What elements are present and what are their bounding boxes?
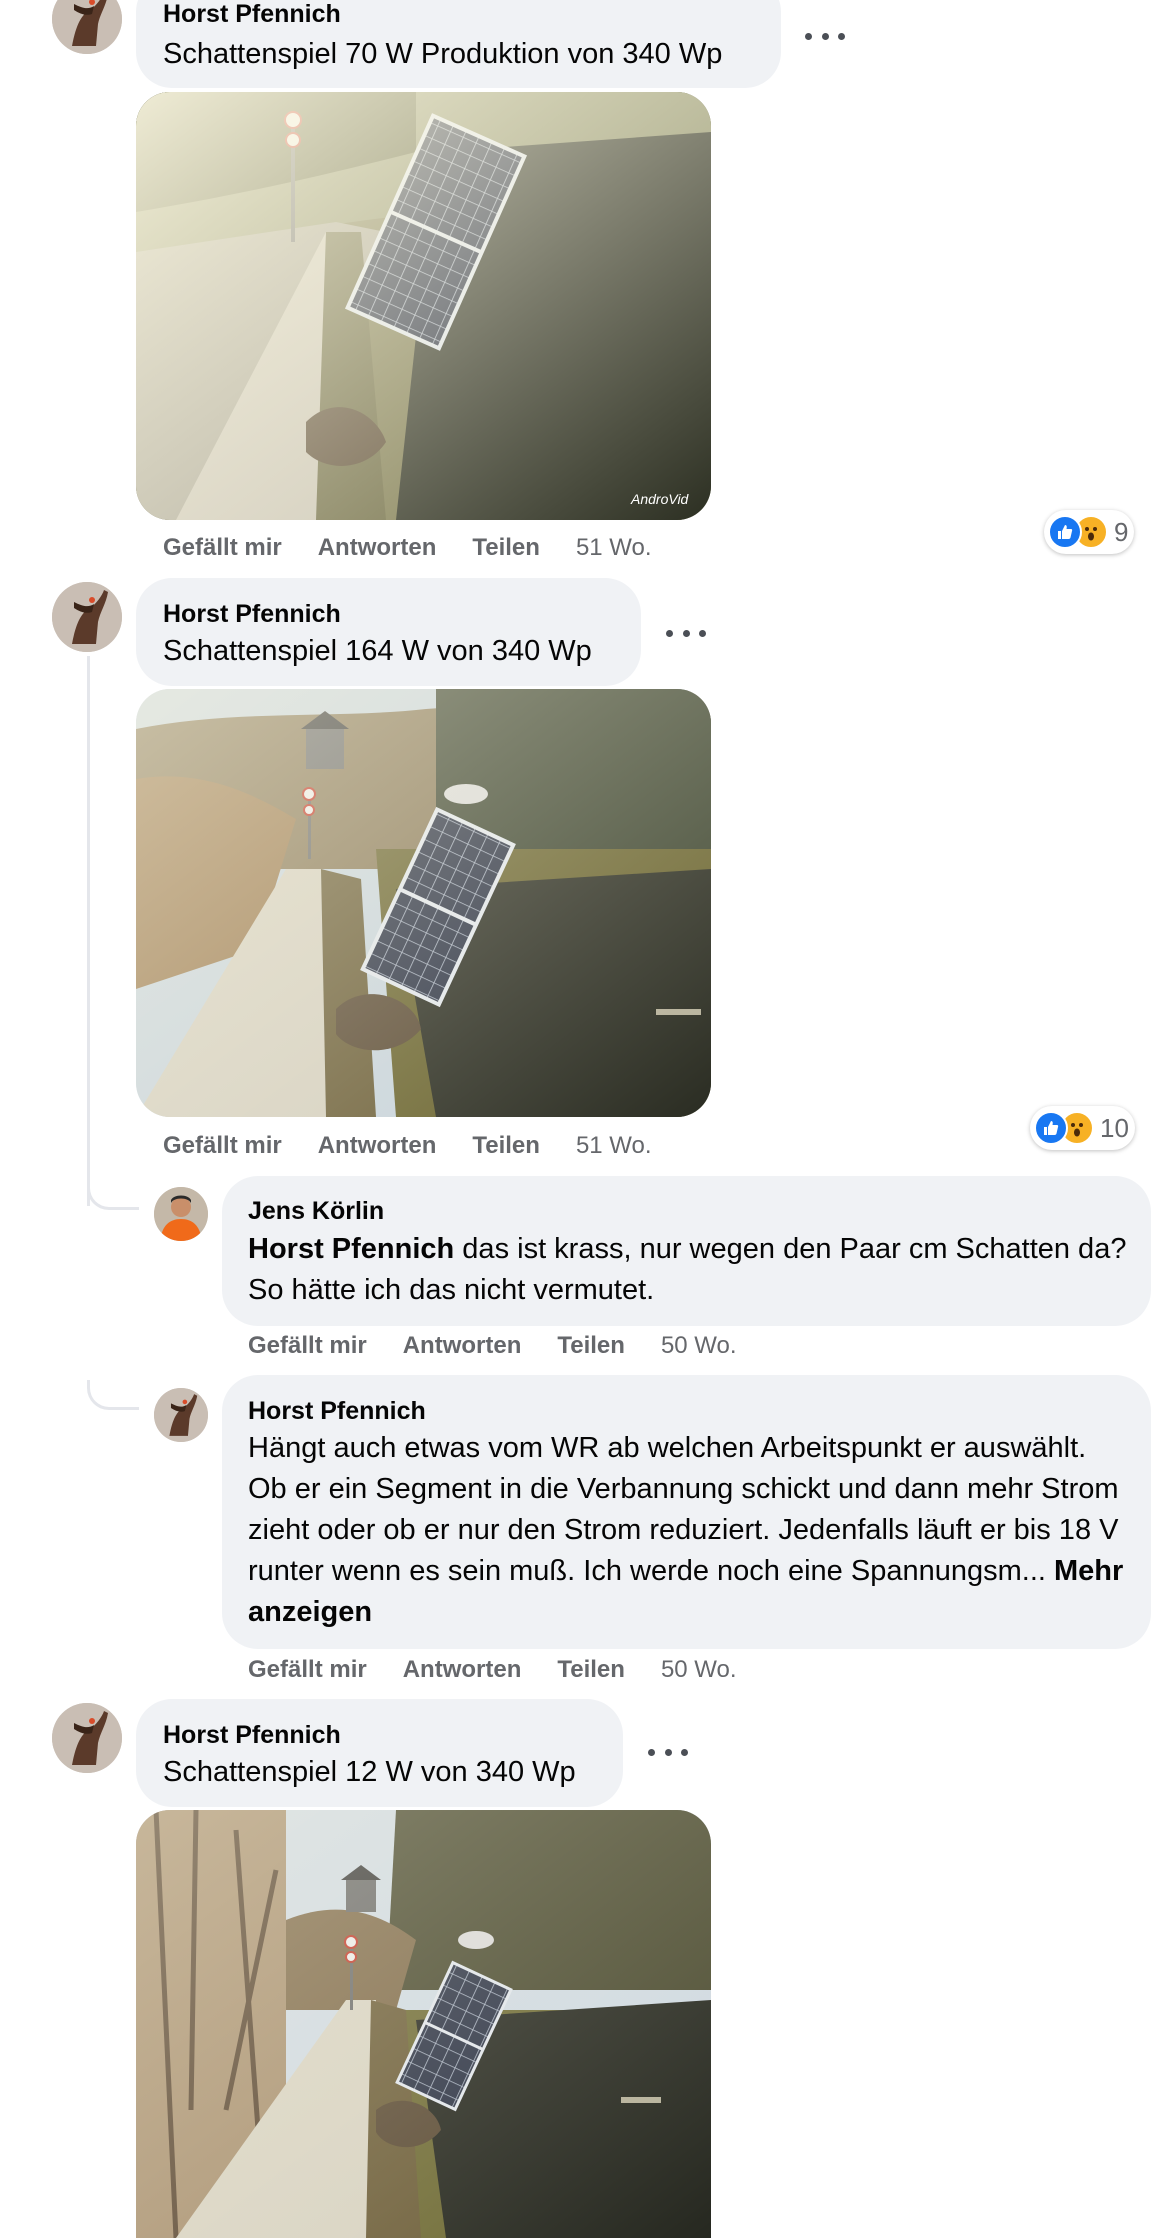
comment-timestamp[interactable]: 51 Wo. [576,533,652,563]
avatar[interactable] [52,582,122,652]
reply-author[interactable]: Horst Pfennich [248,1396,426,1426]
more-options-icon[interactable] [805,29,845,43]
reply-actions: Gefällt mir Antworten Teilen 50 Wo. [248,1331,737,1361]
avatar[interactable] [154,1187,208,1241]
like-button[interactable]: Gefällt mir [163,533,282,563]
comment-timestamp[interactable]: 51 Wo. [576,1131,652,1161]
share-button[interactable]: Teilen [472,533,540,563]
comment-photo[interactable]: AndroVid [136,92,711,520]
comment-actions: Gefällt mir Antworten Teilen 51 Wo. [163,533,652,563]
comment-author[interactable]: Horst Pfennich [163,599,341,629]
reply-button[interactable]: Antworten [318,533,437,563]
watermark-text: AndroVid [630,491,690,507]
reaction-count: 9 [1114,516,1129,547]
comment-photo[interactable] [136,1810,711,2238]
share-button[interactable]: Teilen [557,1331,625,1361]
reaction-count: 10 [1100,1112,1129,1143]
mention-link[interactable]: Horst Pfennich [248,1233,454,1265]
more-options-icon[interactable] [666,626,706,640]
share-button[interactable]: Teilen [472,1131,540,1161]
like-button[interactable]: Gefällt mir [163,1131,282,1161]
like-button[interactable]: Gefällt mir [248,1655,367,1685]
comment-text: Schattenspiel 70 W Produktion von 340 Wp [163,38,723,70]
reply-author[interactable]: Jens Körlin [248,1196,384,1226]
comment-actions: Gefällt mir Antworten Teilen 51 Wo. [163,1131,652,1161]
comment-author[interactable]: Horst Pfennich [163,1720,341,1750]
reply-text: Hängt auch etwas vom WR ab welchen Arbei… [248,1428,1128,1633]
reaction-summary[interactable]: 10 [1030,1106,1135,1150]
reply-timestamp[interactable]: 50 Wo. [661,1331,737,1361]
comment-author[interactable]: Horst Pfennich [163,0,341,29]
comment-text: Schattenspiel 12 W von 340 Wp [163,1756,576,1788]
reply-body: Hängt auch etwas vom WR ab welchen Arbei… [248,1432,1119,1587]
avatar[interactable] [154,1388,208,1442]
thread-connector [87,1180,139,1210]
reply-timestamp[interactable]: 50 Wo. [661,1655,737,1685]
thread-connector [87,1380,139,1410]
reaction-summary[interactable]: 9 [1044,510,1135,554]
like-button[interactable]: Gefällt mir [248,1331,367,1361]
more-options-icon[interactable] [648,1745,688,1759]
comment-photo[interactable] [136,689,711,1117]
reply-text: Horst Pfennich das ist krass, nur wegen … [248,1229,1128,1311]
comment-text: Schattenspiel 164 W von 340 Wp [163,635,592,667]
like-icon [1034,1111,1068,1145]
reply-button[interactable]: Antworten [403,1655,522,1685]
reply-actions: Gefällt mir Antworten Teilen 50 Wo. [248,1655,737,1685]
avatar[interactable] [52,1703,122,1773]
share-button[interactable]: Teilen [557,1655,625,1685]
thread-line [87,656,90,1206]
reply-button[interactable]: Antworten [318,1131,437,1161]
avatar[interactable] [52,0,122,54]
reply-button[interactable]: Antworten [403,1331,522,1361]
like-icon [1048,515,1082,549]
